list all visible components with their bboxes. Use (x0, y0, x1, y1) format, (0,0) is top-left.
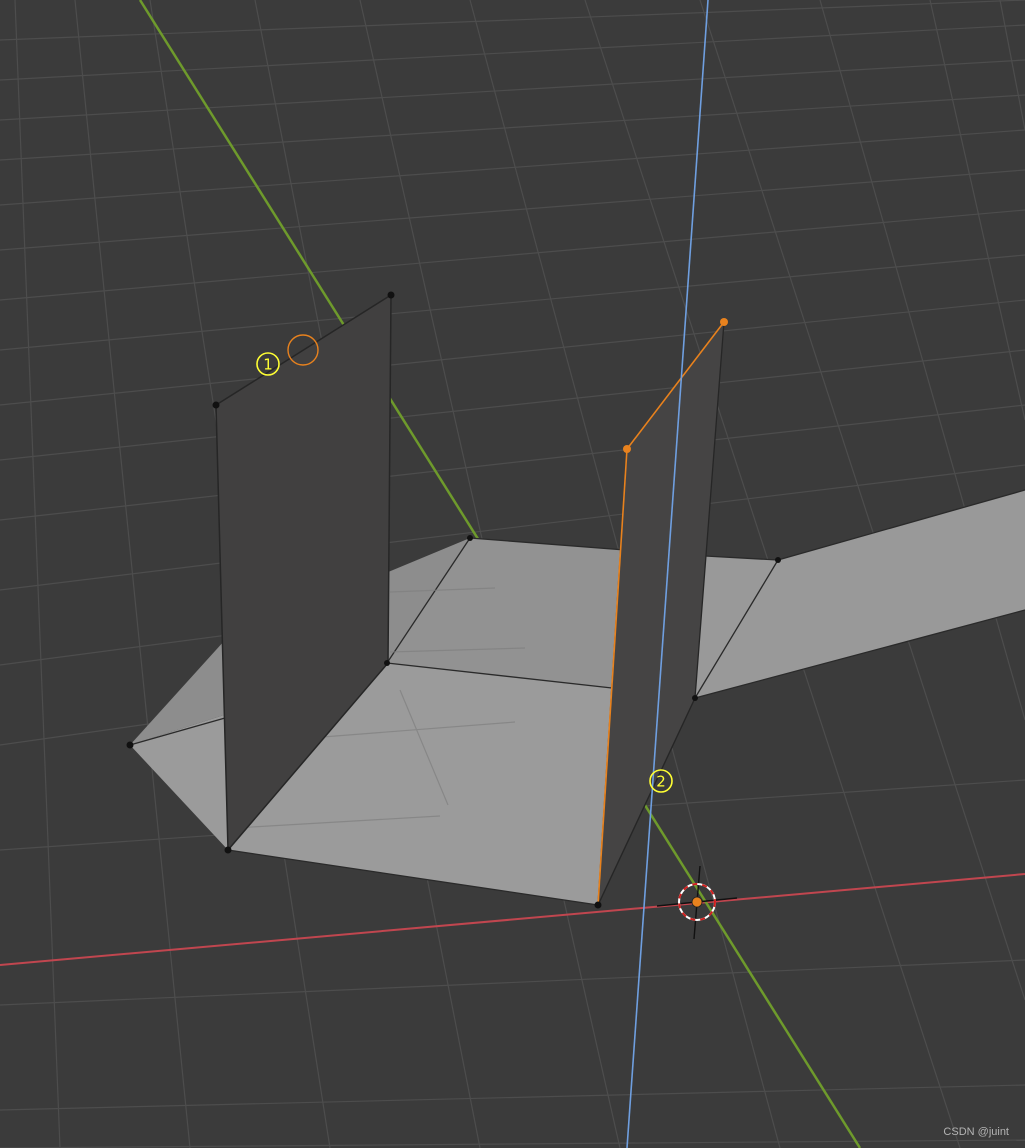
annotation-label-2: 2 (656, 773, 666, 791)
watermark-text: CSDN @juint (943, 1126, 1009, 1138)
3d-viewport[interactable]: 1 2 CSDN @juint (0, 0, 1025, 1148)
viewport-scene[interactable]: 1 2 (0, 0, 1025, 1148)
annotation-label-1: 1 (263, 356, 273, 374)
